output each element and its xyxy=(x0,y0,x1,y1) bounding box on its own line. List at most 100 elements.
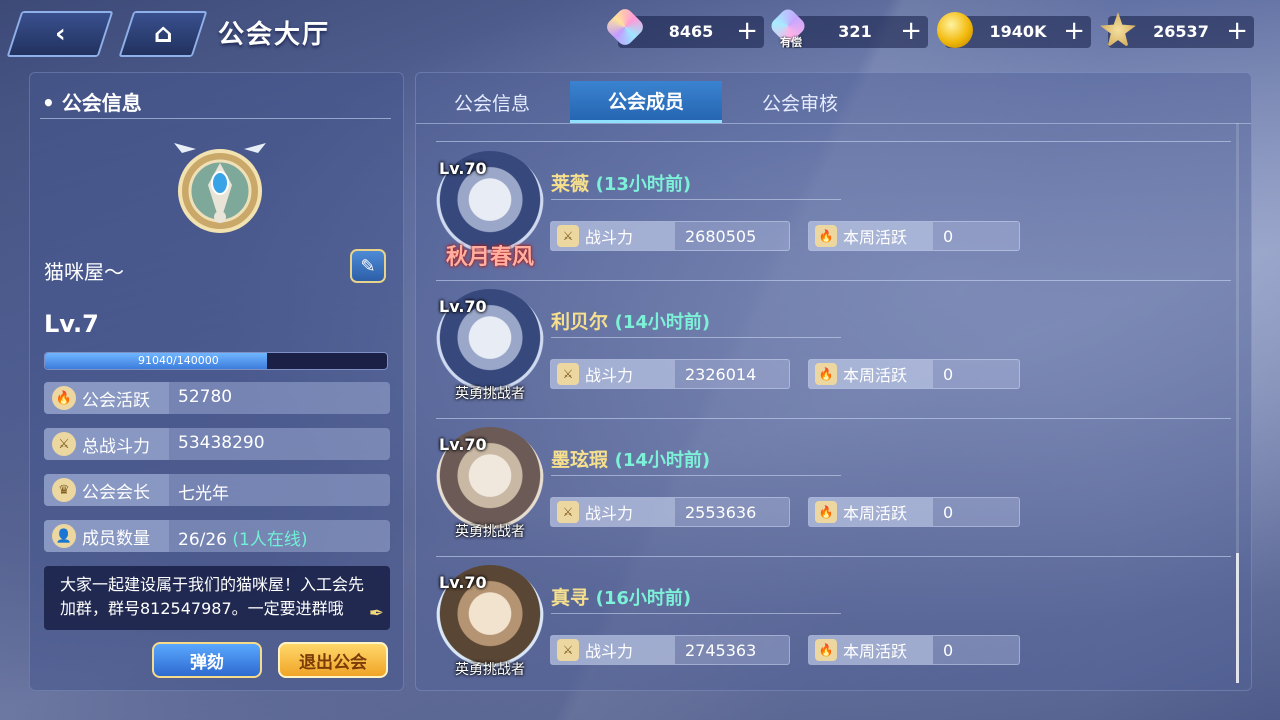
crest-icon: ♛ xyxy=(52,478,76,502)
currency-gold-value: 1940K xyxy=(989,22,1047,41)
row-divider xyxy=(436,418,1231,419)
member-level: Lv.70 xyxy=(439,573,487,592)
page-title: 公会大厅 xyxy=(218,20,331,50)
stat-label: 成员数量 xyxy=(82,528,150,549)
crossed-swords-icon: ⚔ xyxy=(52,432,76,456)
guild-level: Lv.7 xyxy=(44,310,99,338)
guild-exp-text: 91040/140000 xyxy=(138,354,219,367)
member-level: Lv.70 xyxy=(439,435,487,454)
divider xyxy=(551,475,841,476)
currency-gem: 8465 + xyxy=(603,5,764,49)
member-name: 墨玹瑕 (14小时前) xyxy=(551,449,711,471)
member-weekly-activity: 🔥 本周活跃 0 xyxy=(808,221,1020,251)
scrollbar-thumb[interactable] xyxy=(1236,553,1239,683)
row-divider xyxy=(436,141,1231,142)
add-medal-button[interactable]: + xyxy=(1226,16,1248,46)
online-count: (1人在线) xyxy=(232,530,308,550)
tab-guild-members[interactable]: 公会成员 xyxy=(570,81,722,123)
stat-label: 公会活跃 xyxy=(82,390,150,411)
row-divider xyxy=(436,280,1231,281)
back-icon: ‹ xyxy=(54,19,66,49)
currency-medal: 26537 + xyxy=(1100,12,1254,48)
member-level: Lv.70 xyxy=(439,159,487,178)
member-power: ⚔ 战斗力 2326014 xyxy=(550,359,790,389)
notice-text: 大家一起建设属于我们的猫咪屋！入工会先加群，群号812547987。一定要进群哦 xyxy=(60,575,365,618)
member-name: 莱薇 (13小时前) xyxy=(551,173,692,195)
members-panel: 公会信息 公会成员 公会审核 Lv.70 秋月春风 莱薇 (13小时前) ⚔ 战斗… xyxy=(415,72,1252,691)
home-button[interactable]: ⌂ xyxy=(118,11,208,57)
quit-guild-button[interactable]: 退出公会 xyxy=(278,642,388,678)
crossed-swords-icon: ⚔ xyxy=(557,363,579,385)
guild-emblem-icon xyxy=(174,143,266,233)
stat-value: 52780 xyxy=(178,387,233,407)
flame-icon: 🔥 xyxy=(52,386,76,410)
flame-icon: 🔥 xyxy=(815,363,837,385)
member-row[interactable]: Lv.70 秋月春风 莱薇 (13小时前) ⚔ 战斗力 2680505 🔥 本周活跃 0 xyxy=(436,151,1236,281)
row-divider xyxy=(436,556,1231,557)
divider xyxy=(551,337,841,338)
member-level: Lv.70 xyxy=(439,297,487,316)
member-weekly-activity: 🔥 本周活跃 0 xyxy=(808,359,1020,389)
member-name: 利贝尔 (14小时前) xyxy=(551,311,711,333)
member-title: 英勇挑战者 xyxy=(455,386,525,402)
gold-coin-icon xyxy=(937,12,973,48)
guild-name: 猫咪屋～ xyxy=(44,260,124,284)
stat-value: 26/26 (1人在线) xyxy=(178,530,308,550)
divider xyxy=(551,613,841,614)
bound-tag: 有偿 xyxy=(780,36,802,49)
member-name: 真寻 (16小时前) xyxy=(551,587,692,609)
section-title: • 公会信息 xyxy=(42,91,142,115)
last-online: (14小时前) xyxy=(614,312,711,333)
stat-value: 53438290 xyxy=(178,433,265,453)
add-gold-button[interactable]: + xyxy=(1063,16,1085,46)
member-power: ⚔ 战斗力 2680505 xyxy=(550,221,790,251)
last-online: (13小时前) xyxy=(595,174,692,195)
member-power: ⚔ 战斗力 2553636 xyxy=(550,497,790,527)
currency-medal-value: 26537 xyxy=(1153,22,1209,41)
stat-member-count: 👤 成员数量 26/26 (1人在线) xyxy=(44,520,390,552)
flame-icon: 🔥 xyxy=(815,639,837,661)
guild-info-panel: • 公会信息 猫咪屋～ ✎ Lv.7 91040/140000 🔥 公会活跃 52… xyxy=(29,72,404,691)
guild-notice[interactable]: 大家一起建设属于我们的猫咪屋！入工会先加群，群号812547987。一定要进群哦… xyxy=(44,566,390,630)
crossed-swords-icon: ⚔ xyxy=(557,225,579,247)
member-row[interactable]: Lv.70 英勇挑战者 墨玹瑕 (14小时前) ⚔ 战斗力 2553636 🔥 本周活… xyxy=(436,427,1236,557)
last-online: (14小时前) xyxy=(614,450,711,471)
stat-label: 公会会长 xyxy=(82,482,150,503)
member-row[interactable]: Lv.70 英勇挑战者 真寻 (16小时前) ⚔ 战斗力 2745363 🔥 本周活跃… xyxy=(436,565,1236,690)
stat-guild-activity: 🔥 公会活跃 52780 xyxy=(44,382,390,414)
flame-icon: 🔥 xyxy=(815,225,837,247)
top-bar: ‹ ⌂ 公会大厅 8465 + 有偿 321 + 1940K + 26537 + xyxy=(0,0,1280,64)
divider xyxy=(40,118,391,119)
divider xyxy=(551,199,841,200)
crossed-swords-icon: ⚔ xyxy=(557,639,579,661)
gem-icon xyxy=(603,5,647,49)
back-button[interactable]: ‹ xyxy=(6,11,114,57)
edit-icon: ✎ xyxy=(360,255,376,277)
quill-icon[interactable]: ✒ xyxy=(369,602,384,626)
currency-gem-value: 8465 xyxy=(668,22,714,41)
add-gem-button[interactable]: + xyxy=(736,16,758,46)
member-row[interactable]: Lv.70 英勇挑战者 利贝尔 (14小时前) ⚔ 战斗力 2326014 🔥 本周活… xyxy=(436,289,1236,419)
flame-icon: 🔥 xyxy=(815,501,837,523)
stat-label: 总战斗力 xyxy=(82,436,150,457)
stat-value: 七光年 xyxy=(178,484,229,504)
currency-bound-gem-value: 321 xyxy=(838,22,872,41)
tab-guild-info[interactable]: 公会信息 xyxy=(416,81,568,123)
person-icon: 👤 xyxy=(52,524,76,548)
add-bound-gem-button[interactable]: + xyxy=(900,16,922,46)
member-power: ⚔ 战斗力 2745363 xyxy=(550,635,790,665)
member-weekly-activity: 🔥 本周活跃 0 xyxy=(808,635,1020,665)
home-icon: ⌂ xyxy=(153,19,173,49)
currency-gold: 1940K + xyxy=(937,12,1091,48)
edit-name-button[interactable]: ✎ xyxy=(350,249,386,283)
currency-bound-gem: 有偿 321 + xyxy=(768,6,928,49)
member-title: 秋月春风 xyxy=(445,245,534,270)
member-title: 英勇挑战者 xyxy=(455,524,525,540)
member-weekly-activity: 🔥 本周活跃 0 xyxy=(808,497,1020,527)
impeach-button[interactable]: 弹劾 xyxy=(152,642,262,678)
tab-guild-review[interactable]: 公会审核 xyxy=(724,81,876,123)
divider xyxy=(416,123,1251,124)
scrollbar[interactable] xyxy=(1236,123,1239,683)
guild-exp-bar: 91040/140000 xyxy=(44,352,388,370)
stat-guild-leader: ♛ 公会会长 七光年 xyxy=(44,474,390,506)
